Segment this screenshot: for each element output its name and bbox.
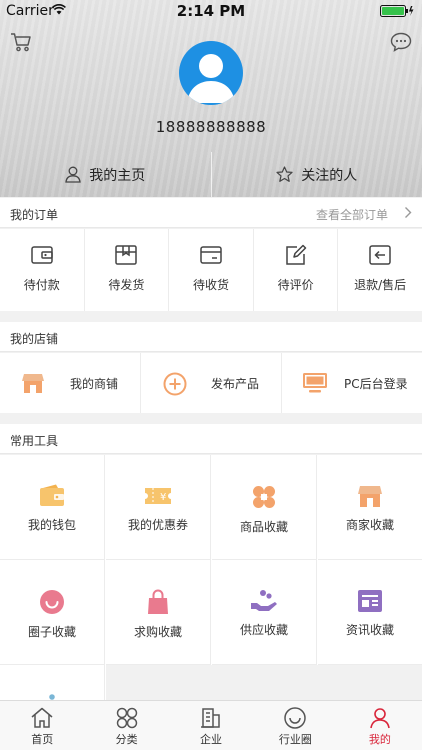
tools-grid: 我的钱包 ¥ 我的优惠券 商品收藏 商家收藏 圈子收藏 求购收藏 供应收藏 资讯… (0, 455, 422, 700)
avatar-person-icon (187, 54, 235, 103)
home-icon (31, 707, 53, 728)
orders-header: 我的订单 查看全部订单 (0, 198, 422, 228)
shop-row: 我的商铺 发布产品 PC后台登录 (0, 353, 422, 413)
circle-icon (284, 707, 307, 729)
publish-product-button[interactable]: 发布产品 (141, 353, 282, 413)
tool-label: 商家收藏 (345, 518, 394, 532)
profile-header: Carrier 2:14 PM 18888888888 我的主页 关注的人 (0, 0, 422, 197)
tool-label: 资讯收藏 (345, 623, 394, 637)
tool-partial-item[interactable] (0, 665, 105, 700)
shopping-bag-icon (148, 589, 168, 614)
order-item-label: 待评价 (277, 278, 314, 292)
orders-grid: 待付款 待发货 待收货 待评价 退款/售后 (0, 229, 422, 311)
tab-label: 企业 (200, 733, 223, 746)
chevron-right-icon[interactable] (404, 206, 412, 219)
star-icon (276, 166, 293, 182)
smile-icon (40, 590, 64, 614)
tool-purchase-favorites[interactable]: 求购收藏 (106, 560, 211, 665)
tool-label: 商品收藏 (239, 520, 288, 534)
tool-label: 我的钱包 (27, 518, 76, 532)
following-button[interactable]: 关注的人 (212, 152, 422, 197)
cart-icon[interactable] (10, 32, 32, 52)
flower-icon (253, 486, 275, 508)
shop-item-label: 发布产品 (211, 377, 260, 391)
return-icon (369, 245, 391, 265)
tab-label: 行业圈 (278, 733, 312, 746)
order-item-label: 待付款 (23, 278, 60, 292)
order-pending-review[interactable]: 待评价 (254, 229, 339, 311)
storefront-icon (22, 374, 44, 393)
pc-admin-login-button[interactable]: PC后台登录 (282, 353, 422, 413)
hand-supply-icon (251, 590, 277, 611)
coupon-icon: ¥ (145, 488, 171, 504)
order-refund-aftersales[interactable]: 退款/售后 (338, 229, 422, 311)
order-item-label: 退款/售后 (354, 278, 407, 292)
shop-item-label: PC后台登录 (344, 377, 408, 391)
tool-label: 我的优惠券 (127, 518, 188, 532)
following-label: 关注的人 (301, 167, 358, 184)
view-all-orders-link[interactable]: 查看全部订单 (316, 206, 388, 223)
tools-title: 常用工具 (10, 434, 59, 448)
category-icon (116, 707, 137, 729)
tools-empty-area (106, 665, 422, 700)
tab-home[interactable]: 首页 (0, 701, 84, 750)
status-bar: Carrier 2:14 PM (0, 0, 422, 22)
my-store-button[interactable]: 我的商铺 (0, 353, 141, 413)
package-icon (115, 245, 138, 265)
my-homepage-button[interactable]: 我的主页 (0, 152, 211, 197)
tool-label: 圈子收藏 (27, 625, 76, 639)
shop-header: 我的店铺 (0, 322, 422, 352)
tab-industry-circle[interactable]: 行业圈 (253, 701, 337, 750)
order-pending-payment[interactable]: 待付款 (0, 229, 85, 311)
tab-label: 我的 (368, 733, 391, 746)
orders-title: 我的订单 (10, 208, 59, 222)
tool-my-wallet[interactable]: 我的钱包 (0, 455, 105, 560)
order-pending-receipt[interactable]: 待收货 (169, 229, 254, 311)
user-icon (370, 708, 390, 729)
tool-circle-favorites[interactable]: 圈子收藏 (0, 560, 105, 665)
tab-label: 首页 (31, 733, 54, 746)
tools-header: 常用工具 (0, 424, 422, 454)
receive-icon (200, 246, 222, 264)
battery-icon (380, 5, 414, 17)
header-tabs: 我的主页 关注的人 (0, 152, 422, 197)
user-icon (65, 166, 81, 183)
tool-my-coupons[interactable]: ¥ 我的优惠券 (106, 455, 211, 560)
tool-product-favorites[interactable]: 商品收藏 (212, 455, 317, 560)
tab-label: 分类 (115, 733, 138, 746)
tab-enterprise[interactable]: 企业 (169, 701, 253, 750)
bottom-tab-bar: 首页 分类 企业 行业圈 我的 (0, 700, 422, 750)
wallet-icon (40, 484, 64, 506)
svg-text:¥: ¥ (160, 492, 166, 503)
plus-circle-icon (163, 372, 187, 396)
order-pending-shipment[interactable]: 待发货 (85, 229, 170, 311)
message-icon[interactable] (390, 32, 412, 52)
tool-news-favorites[interactable]: 资讯收藏 (318, 560, 422, 665)
shop-item-label: 我的商铺 (70, 377, 119, 391)
tab-mine[interactable]: 我的 (338, 701, 422, 750)
status-time: 2:14 PM (176, 2, 246, 20)
wallet-icon (31, 246, 53, 264)
tool-label: 供应收藏 (239, 623, 288, 637)
tool-supply-favorites[interactable]: 供应收藏 (212, 560, 317, 665)
tool-merchant-favorites[interactable]: 商家收藏 (318, 455, 422, 560)
avatar[interactable] (179, 41, 243, 105)
order-item-label: 待发货 (108, 278, 145, 292)
edit-icon (285, 244, 306, 265)
news-icon (358, 590, 382, 612)
tool-label: 求购收藏 (133, 625, 182, 639)
building-icon (201, 708, 220, 728)
phone-number: 18888888888 (155, 118, 267, 136)
my-homepage-label: 我的主页 (89, 167, 146, 184)
storefront-icon (358, 486, 382, 507)
monitor-icon (303, 373, 327, 393)
order-item-label: 待收货 (192, 278, 229, 292)
tab-category[interactable]: 分类 (84, 701, 168, 750)
shop-title: 我的店铺 (10, 332, 59, 346)
